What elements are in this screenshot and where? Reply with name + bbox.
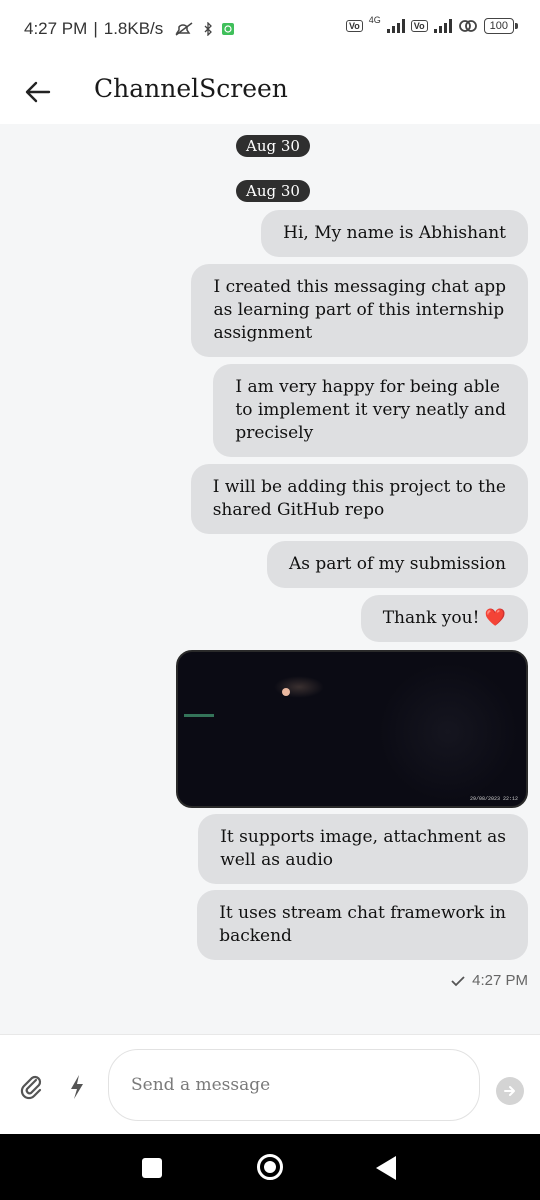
status-speed: 1.8KB/s [103,19,164,38]
send-button[interactable] [496,1077,524,1105]
link-icon [458,20,477,32]
signal-2-icon [433,19,452,33]
home-button[interactable] [257,1154,283,1180]
status-separator: | [93,19,98,38]
arrow-left-icon [25,81,51,103]
system-back-button[interactable] [376,1156,396,1180]
message-text: I am very happy for being able [235,377,500,397]
page-title: ChannelScreen [94,74,288,103]
message-text: precisely [235,423,314,443]
battery-icon: 100 [483,18,519,34]
message-text: backend [219,926,292,946]
image-timestamp: 29/08/2023 22:12 [469,796,518,802]
message-text: I will be adding this project to the [212,477,506,497]
message-bubble[interactable]: Hi, My name is Abhishant [261,210,528,257]
message-text: as learning part of this internship [213,300,505,320]
checkmark-icon [451,975,465,986]
image-light-spot [274,676,324,698]
message-text: It supports image, attachment as [220,827,506,847]
message-input[interactable] [108,1049,480,1121]
message-text: shared GitHub repo [212,500,385,520]
message-composer [0,1034,540,1134]
image-tree-shadow [378,662,518,802]
message-text: Thank you! ❤️ [382,608,506,628]
message-status: 4:27 PM [450,972,528,989]
message-text: to implement it very neatly and [235,400,506,420]
send-arrow-icon [504,1086,515,1096]
message-bubble[interactable]: It uses stream chat framework in backend [197,890,528,960]
silent-bell-icon [175,22,193,36]
message-bubble[interactable]: I created this messaging chat app as lea… [191,264,528,357]
message-text: As part of my submission [288,554,506,574]
app-notification-icon [222,23,235,35]
message-text: well as audio [220,850,334,870]
message-bubble[interactable]: Thank you! ❤️ [360,595,528,642]
back-button[interactable] [18,72,58,112]
message-time: 4:27 PM [472,972,528,989]
message-bubble[interactable]: I will be adding this project to the sha… [190,464,528,534]
bluetooth-icon [204,22,213,36]
status-right: Vo 4G Vo 100 [345,15,519,34]
message-list[interactable]: Aug 30 Aug 30 Hi, My name is Abhishant I… [0,124,540,1034]
message-text: I created this messaging chat app [213,277,506,297]
recents-button[interactable] [142,1158,162,1178]
message-bubble[interactable]: As part of my submission [266,541,528,588]
commands-button[interactable] [64,1073,90,1101]
image-light-point [282,688,290,696]
image-attachment[interactable]: 29/08/2023 22:12 [176,650,528,808]
message-text: assignment [213,323,313,343]
message-text: Hi, My name is Abhishant [283,223,506,243]
message-bubble[interactable]: It supports image, attachment as well as… [198,814,528,884]
status-bar: 4:27 PM | 1.8KB/s Vo 4G Vo 100 [0,0,540,62]
image-green-light [184,714,214,717]
message-text: It uses stream chat framework in [219,903,506,923]
status-notification-icons [173,21,235,37]
system-nav-bar [0,1134,540,1200]
attachment-button[interactable] [18,1073,46,1101]
date-separator: Aug 30 [236,135,310,157]
volte-2-icon: Vo [410,20,428,32]
paperclip-icon [20,1075,42,1100]
signal-1-icon [386,19,405,33]
status-time: 4:27 PM [24,19,88,38]
date-separator: Aug 30 [236,180,310,202]
network-type: 4G [368,15,381,25]
lightning-icon [71,1075,83,1099]
app-bar: ChannelScreen [0,62,540,124]
volte-1-icon: Vo [345,20,363,32]
status-left: 4:27 PM | 1.8KB/s [24,19,235,39]
message-bubble[interactable]: I am very happy for being able to implem… [213,364,528,457]
